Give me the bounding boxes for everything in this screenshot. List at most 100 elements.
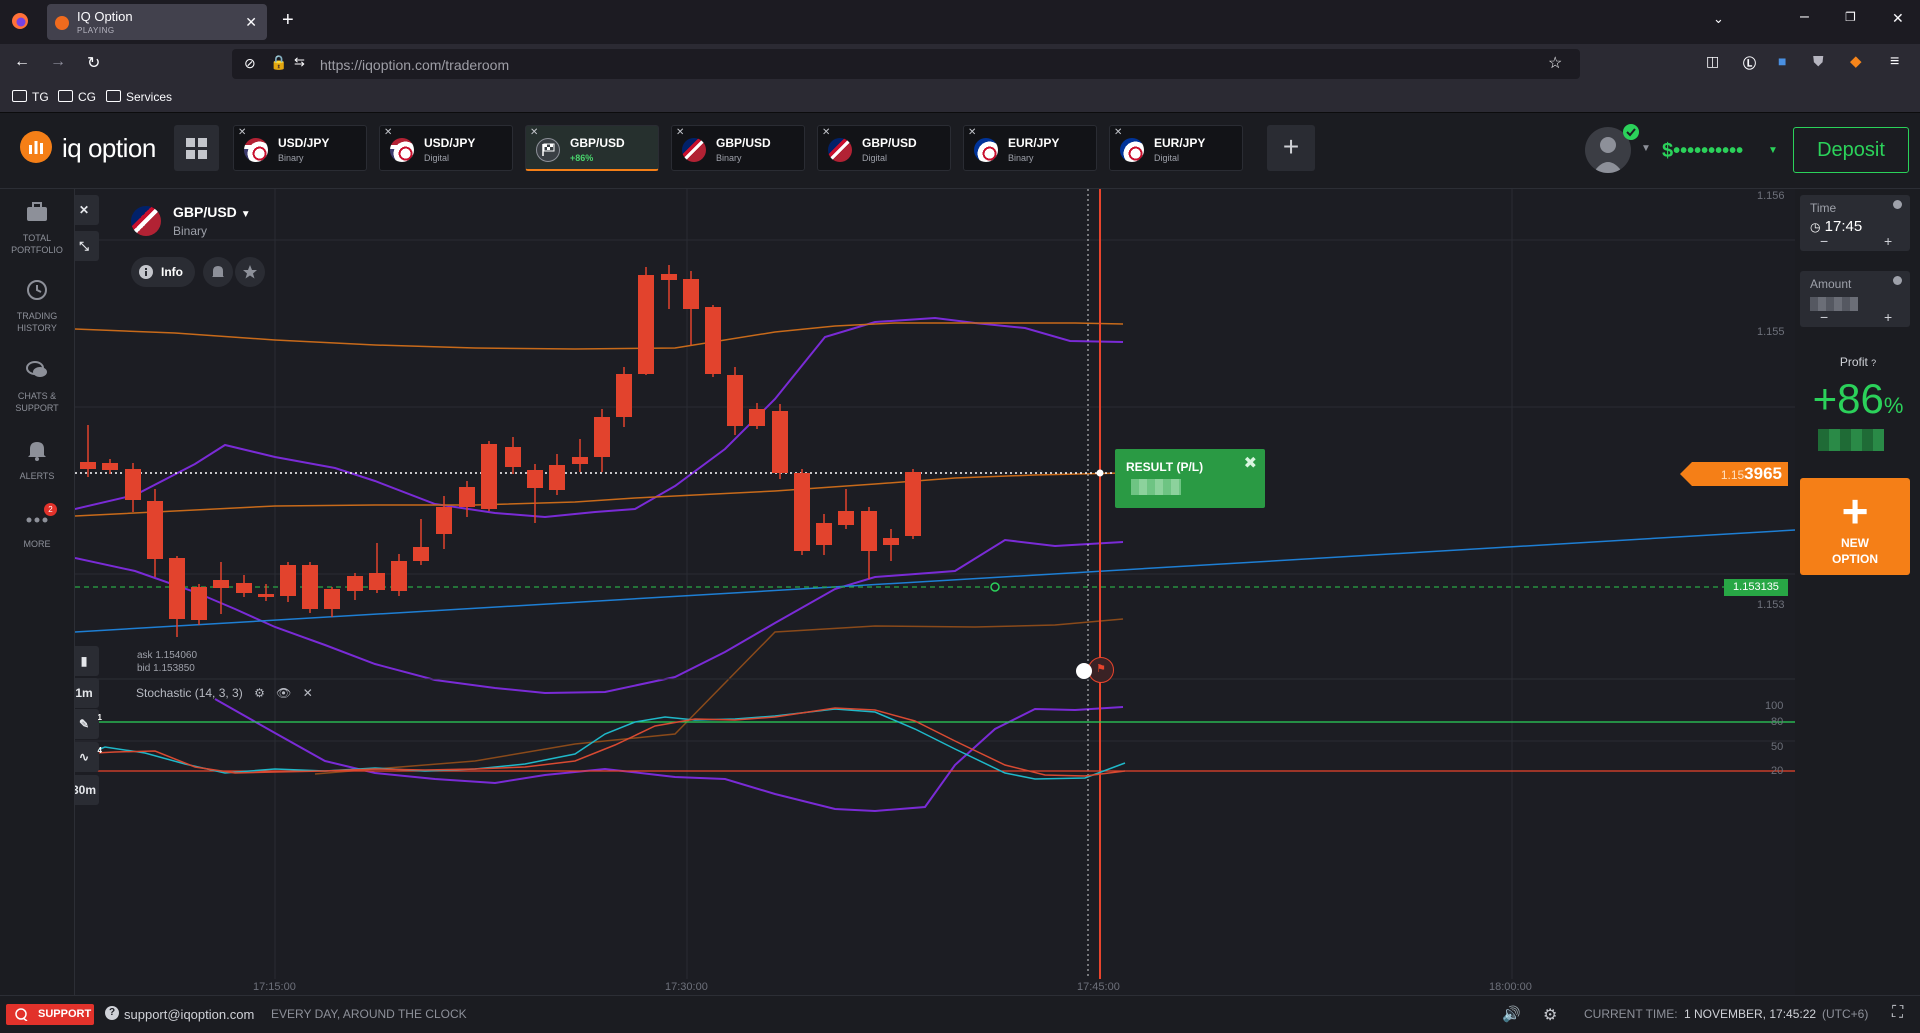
help-icon[interactable]: ? <box>1871 358 1876 368</box>
metamask-icon[interactable]: ◆ <box>1850 52 1862 70</box>
sidebar-item-history[interactable]: TRADING HISTORY <box>0 279 74 334</box>
forward-button[interactable]: → <box>50 53 66 71</box>
asset-tab-usdjpy-binary[interactable]: ✕ USD/JPY Binary <box>233 125 367 171</box>
candle-body <box>236 583 252 593</box>
favorite-button[interactable] <box>235 257 265 287</box>
close-result-icon[interactable]: ✖ <box>1244 453 1257 473</box>
support-button[interactable]: SUPPORT <box>6 1004 94 1025</box>
eye-icon[interactable]: 👁 <box>276 686 291 700</box>
settings-icon[interactable]: ⚙ <box>254 686 265 700</box>
candle-body <box>905 472 921 536</box>
candle-body <box>594 417 610 457</box>
close-tab-icon[interactable]: ✕ <box>238 127 246 138</box>
tab-list-icon[interactable]: ⌄ <box>1713 11 1724 27</box>
chat-icon <box>26 361 47 377</box>
level-price-tag: 1.153135 <box>1724 579 1788 596</box>
price-axis-label: 1.153 <box>1757 599 1785 611</box>
sidebar-item-chats[interactable]: CHATS & SUPPORT <box>0 359 74 414</box>
drawing-tools-button[interactable]: ✎ 1 <box>75 709 102 739</box>
candle-interval-button[interactable]: 30m <box>75 775 99 805</box>
close-tab-icon[interactable]: ✕ <box>530 127 538 138</box>
asset-tab-usdjpy-digital[interactable]: ✕ USD/JPY Digital <box>379 125 513 171</box>
close-tab-icon[interactable]: ✕ <box>384 127 392 138</box>
extension-blue-icon[interactable]: ■ <box>1778 53 1786 69</box>
bookmark-services[interactable]: Services <box>106 90 172 104</box>
lock-icon[interactable]: 🔒 <box>270 54 287 71</box>
bookmark-star-icon[interactable]: ☆ <box>1548 53 1562 73</box>
chart-type-button[interactable]: ▮ <box>75 646 99 676</box>
sidebar-item-more[interactable]: MORE 2 <box>0 503 74 550</box>
footer-bar: SUPPORT ? support@iqoption.com EVERY DAY… <box>0 995 1920 1033</box>
menu-icon[interactable]: ≡ <box>1890 53 1899 71</box>
close-indicator-icon[interactable]: ✕ <box>303 686 313 700</box>
bollinger-lower-line <box>214 698 1124 813</box>
collapse-icon[interactable]: ⤡ <box>75 231 99 261</box>
balance-value[interactable]: $•••••••••• <box>1662 140 1743 163</box>
bookmark-cg[interactable]: CG <box>58 90 96 104</box>
settings-icon[interactable]: ⚙ <box>1543 1005 1557 1025</box>
time-value[interactable]: ◷ 17:45 <box>1810 218 1862 235</box>
sidebar-item-label: TOTAL <box>22 233 52 243</box>
bookmark-tg[interactable]: TG <box>12 90 49 104</box>
help-icon[interactable] <box>1893 276 1902 285</box>
close-tab-icon[interactable]: ✕ <box>968 127 976 138</box>
alert-button[interactable] <box>203 257 233 287</box>
extension-l-icon[interactable]: Ⓛ <box>1743 53 1756 72</box>
close-window-button[interactable]: ✕ <box>1892 10 1904 27</box>
balance-dropdown-icon[interactable]: ▼ <box>1768 145 1778 156</box>
time-increase-button[interactable]: + <box>1884 233 1892 249</box>
amount-increase-button[interactable]: + <box>1884 309 1892 325</box>
deposit-button[interactable]: Deposit <box>1793 127 1909 173</box>
candle-body <box>816 523 832 545</box>
support-email[interactable]: support@iqoption.com <box>124 1007 254 1022</box>
chart-grid <box>75 189 1795 979</box>
close-tab-icon[interactable]: ✕ <box>822 127 830 138</box>
close-tab-icon[interactable]: ✕ <box>1114 127 1122 138</box>
info-button[interactable]: Info <box>131 257 195 287</box>
sound-icon[interactable]: 🔊 <box>1502 1005 1521 1023</box>
reload-button[interactable]: ↻ <box>87 53 100 73</box>
time-selector[interactable]: Time ◷ 17:45 − + <box>1800 195 1910 251</box>
asset-tab-eurjpy-binary[interactable]: ✕ EUR/JPY Binary <box>963 125 1097 171</box>
close-tab-icon[interactable]: ✕ <box>676 127 684 138</box>
minimize-button[interactable]: – <box>1800 8 1809 26</box>
time-decrease-button[interactable]: − <box>1820 233 1828 249</box>
account-dropdown-icon[interactable]: ▼ <box>1641 143 1651 154</box>
close-tab-icon[interactable]: ✕ <box>245 14 257 31</box>
restore-button[interactable]: ❐ <box>1845 10 1856 24</box>
close-x-icon[interactable]: ✕ <box>75 195 99 225</box>
asset-grid-button[interactable] <box>174 125 219 171</box>
chart-area[interactable]: ✕ ⤡ GBP/USD ▼ Binary Info RESULT (P/L) ✖… <box>75 189 1795 995</box>
amount-selector[interactable]: Amount − + <box>1800 271 1910 327</box>
add-asset-tab-button[interactable]: + <box>1267 125 1315 171</box>
chart-asset-name[interactable]: GBP/USD ▼ <box>173 204 251 220</box>
sidebar-item-alerts[interactable]: ALERTS <box>0 439 74 482</box>
address-bar[interactable]: ⊘ 🔒 ⇆ https://iqoption.com/traderoom ☆ <box>232 49 1580 79</box>
price-chart-svg[interactable] <box>75 189 1795 995</box>
asset-name-text: GBP/USD <box>173 204 237 220</box>
asset-tab-eurjpy-digital[interactable]: ✕ EUR/JPY Digital <box>1109 125 1243 171</box>
amount-decrease-button[interactable]: − <box>1820 309 1828 325</box>
indicators-button[interactable]: ∿ 4 <box>75 742 102 772</box>
new-tab-button[interactable]: + <box>282 9 294 32</box>
asset-tab-gbpusd-binary[interactable]: ✕ GBP/USD Binary <box>671 125 805 171</box>
timeframe-button[interactable]: 1m <box>75 678 99 708</box>
fullscreen-icon[interactable]: ⛶ <box>1892 1004 1903 1022</box>
asset-tab-gbpusd-active[interactable]: ✕ GBP/USD +86% <box>525 125 659 171</box>
pocket-icon[interactable]: ◫ <box>1706 53 1719 70</box>
extension-shield-icon[interactable]: ⛊ <box>1813 53 1824 70</box>
bell-icon <box>212 266 224 277</box>
help-icon[interactable] <box>1893 200 1902 209</box>
amount-value-hidden[interactable] <box>1810 297 1858 311</box>
permissions-icon[interactable]: ⇆ <box>294 54 305 70</box>
back-button[interactable]: ← <box>14 53 30 71</box>
browser-tab[interactable]: IQ Option PLAYING ✕ <box>47 4 267 40</box>
candle-body <box>80 462 96 469</box>
firefox-icon[interactable] <box>11 12 29 30</box>
new-option-button[interactable]: + NEW OPTION <box>1800 478 1910 575</box>
tracking-protection-icon[interactable]: ⊘ <box>244 55 256 72</box>
sidebar-item-portfolio[interactable]: TOTAL PORTFOLIO <box>0 201 74 256</box>
tab-title: IQ Option <box>77 9 133 24</box>
asset-tab-gbpusd-digital[interactable]: ✕ GBP/USD Digital <box>817 125 951 171</box>
result-pl-box[interactable]: RESULT (P/L) ✖ <box>1115 449 1265 508</box>
